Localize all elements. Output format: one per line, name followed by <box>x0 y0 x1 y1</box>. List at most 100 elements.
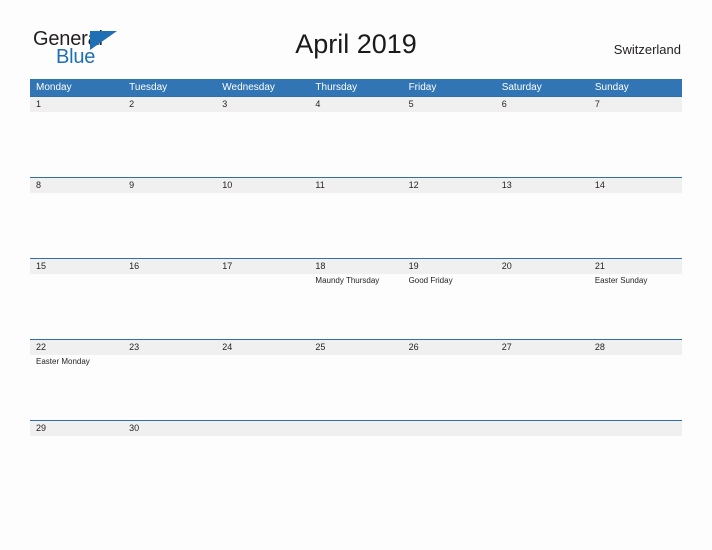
day-cell[interactable] <box>30 193 123 258</box>
day-number[interactable]: 5 <box>403 97 496 112</box>
day-number[interactable]: 4 <box>309 97 402 112</box>
day-number[interactable]: 16 <box>123 259 216 274</box>
week-event-strip <box>30 436 682 501</box>
week-event-strip: Easter Monday <box>30 355 682 420</box>
day-cell[interactable]: Easter Sunday <box>589 274 682 339</box>
day-cell[interactable] <box>403 355 496 420</box>
week-date-strip: 15 16 17 18 19 20 21 <box>30 259 682 274</box>
day-number[interactable]: 15 <box>30 259 123 274</box>
weekday-header-monday: Monday <box>36 82 72 93</box>
day-event: Easter Monday <box>36 357 90 366</box>
day-number[interactable]: 26 <box>403 340 496 355</box>
day-cell[interactable] <box>30 112 123 177</box>
weekday-header-tuesday: Tuesday <box>129 82 168 93</box>
day-cell[interactable] <box>30 436 123 501</box>
day-event: Easter Sunday <box>594 276 648 285</box>
day-number <box>496 421 589 436</box>
day-number[interactable]: 30 <box>123 421 216 436</box>
weekday-header-friday: Friday <box>408 82 437 93</box>
day-cell[interactable] <box>309 193 402 258</box>
day-cell[interactable] <box>309 112 402 177</box>
day-cell[interactable]: Easter Monday <box>30 355 123 420</box>
day-cell[interactable] <box>496 112 589 177</box>
day-cell[interactable] <box>403 193 496 258</box>
day-number[interactable]: 7 <box>589 97 682 112</box>
calendar-page: General Blue April 2019 Switzerland Mond… <box>0 0 712 550</box>
day-event: Good Friday <box>408 276 453 285</box>
day-cell[interactable] <box>309 355 402 420</box>
calendar-week-row: 8 9 10 11 12 13 14 <box>30 177 682 258</box>
day-number[interactable]: 3 <box>216 97 309 112</box>
calendar-week-row: 22 23 24 25 26 27 28 Easter Monday <box>30 339 682 420</box>
day-number[interactable]: 12 <box>403 178 496 193</box>
day-cell[interactable] <box>123 436 216 501</box>
day-cell[interactable] <box>123 274 216 339</box>
day-number[interactable]: 20 <box>496 259 589 274</box>
day-number[interactable]: 21 <box>589 259 682 274</box>
calendar-week-row: 15 16 17 18 19 20 21 Maundy Thursday Goo… <box>30 258 682 339</box>
day-number[interactable]: 9 <box>123 178 216 193</box>
day-cell <box>496 436 589 501</box>
day-number <box>403 421 496 436</box>
day-cell[interactable] <box>216 193 309 258</box>
day-number[interactable]: 8 <box>30 178 123 193</box>
day-cell[interactable] <box>589 193 682 258</box>
week-event-strip: Maundy Thursday Good Friday Easter Sunda… <box>30 274 682 339</box>
calendar-grid: Monday Tuesday Wednesday Thursday Friday… <box>30 79 682 501</box>
day-number[interactable]: 1 <box>30 97 123 112</box>
day-number[interactable]: 6 <box>496 97 589 112</box>
day-number[interactable]: 10 <box>216 178 309 193</box>
day-cell[interactable]: Good Friday <box>403 274 496 339</box>
day-cell[interactable] <box>589 112 682 177</box>
day-cell[interactable] <box>216 274 309 339</box>
day-cell <box>309 436 402 501</box>
day-number[interactable]: 28 <box>589 340 682 355</box>
weekday-header-sunday: Sunday <box>594 82 629 93</box>
day-number[interactable]: 13 <box>496 178 589 193</box>
day-cell[interactable] <box>30 274 123 339</box>
day-number[interactable]: 18 <box>309 259 402 274</box>
day-cell[interactable] <box>123 355 216 420</box>
week-date-strip: 8 9 10 11 12 13 14 <box>30 178 682 193</box>
day-number[interactable]: 24 <box>216 340 309 355</box>
day-number[interactable]: 19 <box>403 259 496 274</box>
day-number <box>309 421 402 436</box>
page-title: April 2019 <box>295 29 417 59</box>
calendar-week-row: 1 2 3 4 5 6 7 <box>30 96 682 177</box>
page-header: General Blue April 2019 Switzerland <box>0 0 712 79</box>
weekday-header-wednesday: Wednesday <box>222 82 275 93</box>
day-number[interactable]: 22 <box>30 340 123 355</box>
week-date-strip: 29 30 <box>30 421 682 436</box>
region-label: Switzerland <box>613 42 681 57</box>
day-cell[interactable] <box>123 193 216 258</box>
day-cell[interactable] <box>123 112 216 177</box>
day-number[interactable]: 14 <box>589 178 682 193</box>
day-cell[interactable] <box>496 274 589 339</box>
day-number <box>216 421 309 436</box>
day-number[interactable]: 29 <box>30 421 123 436</box>
weekday-header-thursday: Thursday <box>315 82 358 93</box>
week-date-strip: 1 2 3 4 5 6 7 <box>30 97 682 112</box>
day-cell[interactable]: Maundy Thursday <box>309 274 402 339</box>
day-number[interactable]: 23 <box>123 340 216 355</box>
day-number[interactable]: 25 <box>309 340 402 355</box>
weekday-header-saturday: Saturday <box>501 82 542 93</box>
day-cell <box>589 436 682 501</box>
week-date-strip: 22 23 24 25 26 27 28 <box>30 340 682 355</box>
day-cell[interactable] <box>216 112 309 177</box>
day-cell[interactable] <box>403 112 496 177</box>
day-cell[interactable] <box>216 355 309 420</box>
day-number[interactable]: 27 <box>496 340 589 355</box>
day-cell[interactable] <box>589 355 682 420</box>
day-number[interactable]: 2 <box>123 97 216 112</box>
day-cell[interactable] <box>496 355 589 420</box>
weekday-header-row: Monday Tuesday Wednesday Thursday Friday… <box>30 79 682 96</box>
week-event-strip <box>30 112 682 177</box>
week-event-strip <box>30 193 682 258</box>
day-number <box>589 421 682 436</box>
day-number[interactable]: 11 <box>309 178 402 193</box>
day-cell[interactable] <box>496 193 589 258</box>
day-number[interactable]: 17 <box>216 259 309 274</box>
day-cell <box>216 436 309 501</box>
calendar-week-row: 29 30 <box>30 420 682 501</box>
